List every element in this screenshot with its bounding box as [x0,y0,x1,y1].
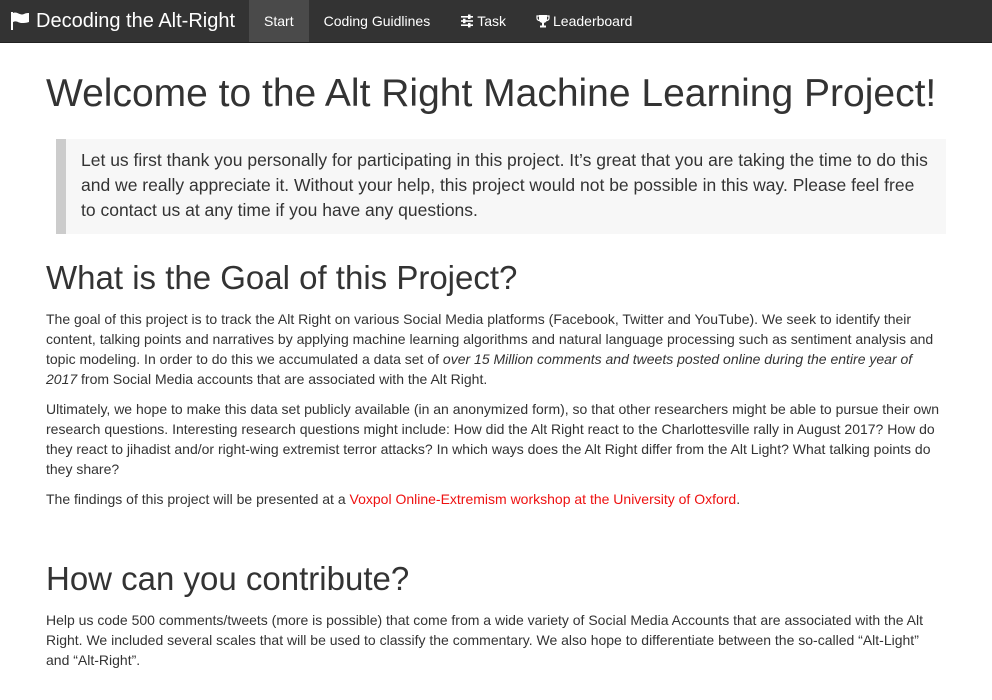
goal-p3-start: The findings of this project will be pre… [46,491,350,508]
brand-title: Decoding the Alt-Right [36,9,236,32]
intro-quote: Let us first thank you personally for pa… [56,138,946,234]
goal-heading: What is the Goal of this Project? [46,258,518,296]
goal-paragraph-3: The findings of this project will be pre… [46,489,946,509]
goal-paragraph-1: The goal of this project is to track the… [46,309,946,389]
trophy-icon [536,15,550,28]
nav-task[interactable]: Task [445,0,521,42]
flag-icon [11,12,29,30]
sliders-icon [461,14,474,28]
page-title: Welcome to the Alt Right Machine Learnin… [46,72,937,115]
voxpol-workshop-link[interactable]: Voxpol Online-Extremism workshop at the … [350,491,737,507]
nav-leaderboard-label: Leaderboard [553,13,633,29]
goal-paragraph-2: Ultimately, we hope to make this data se… [46,401,940,478]
navbar: Decoding the Alt-Right Start Coding Guid… [0,0,992,43]
goal-p3-end: . [736,491,741,508]
nav-coding-guidelines[interactable]: Coding Guidlines [309,0,446,42]
nav-leaderboard[interactable]: Leaderboard [521,0,647,42]
nav-coding-guidelines-label: Coding Guidlines [323,13,431,29]
nav-task-label: Task [477,13,507,29]
nav-start[interactable]: Start [249,0,309,42]
contribute-paragraph-1: Help us code 500 comments/tweets (more i… [46,612,923,669]
contribute-heading: How can you contribute? [46,560,410,598]
nav-start-label: Start [264,13,294,29]
goal-p1-end: from Social Media accounts that are asso… [77,371,488,388]
brand-link[interactable]: Decoding the Alt-Right [0,0,249,42]
main-content: Welcome to the Alt Right Machine Learnin… [0,72,992,670]
